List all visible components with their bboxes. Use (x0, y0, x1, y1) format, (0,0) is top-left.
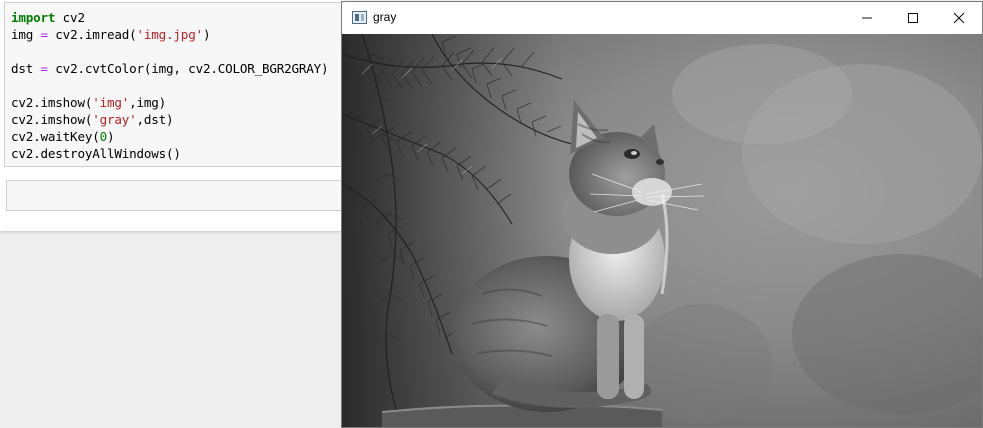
code-text: dst (11, 61, 41, 76)
code-cell[interactable]: import cv2 img = cv2.imread('img.jpg') d… (4, 2, 344, 167)
code-text: cv2.cvtColor(img, cv2.COLOR_BGR2GRAY) (47, 61, 329, 76)
opencv-window-icon (352, 11, 367, 24)
code-text: cv2.waitKey( (11, 129, 100, 144)
number-literal: 0 (99, 129, 108, 144)
code-line-1: import cv2 (11, 9, 85, 26)
opencv-window: gray (341, 1, 983, 428)
code-text: cv2.imshow( (11, 112, 93, 127)
empty-code-cell[interactable] (6, 180, 344, 211)
code-text: img (11, 27, 41, 42)
minimize-button[interactable] (844, 2, 890, 34)
code-text: ) (106, 129, 115, 144)
string-literal: 'img' (92, 95, 130, 110)
grayscale-image (342, 34, 982, 427)
code-text: ) (202, 27, 211, 42)
code-line-9: cv2.destroyAllWindows() (11, 145, 181, 162)
minimize-icon (862, 17, 872, 19)
code-text: cv2.destroyAllWindows() (11, 146, 181, 161)
window-titlebar[interactable]: gray (342, 2, 982, 34)
string-literal: 'img.jpg' (136, 27, 204, 42)
notebook-panel: import cv2 img = cv2.imread('img.jpg') d… (0, 0, 344, 231)
close-icon (953, 12, 965, 24)
code-line-6: cv2.imshow('img',img) (11, 94, 166, 111)
code-line-8: cv2.waitKey(0) (11, 128, 115, 145)
code-text: ,img) (129, 95, 167, 110)
close-button[interactable] (936, 2, 982, 34)
maximize-button[interactable] (890, 2, 936, 34)
code-text: cv2 (55, 10, 85, 25)
code-line-2: img = cv2.imread('img.jpg') (11, 26, 211, 43)
operator: = (40, 27, 49, 42)
code-text: cv2.imshow( (11, 95, 93, 110)
keyword-import: import (11, 10, 56, 25)
maximize-icon (908, 13, 918, 23)
string-literal: 'gray' (92, 112, 137, 127)
code-text: ,dst) (136, 112, 174, 127)
code-line-4: dst = cv2.cvtColor(img, cv2.COLOR_BGR2GR… (11, 60, 329, 77)
kitten-photo (342, 34, 982, 427)
code-line-7: cv2.imshow('gray',dst) (11, 111, 174, 128)
window-title: gray (373, 10, 397, 24)
code-text: cv2.imread( (47, 27, 137, 42)
operator: = (40, 61, 49, 76)
